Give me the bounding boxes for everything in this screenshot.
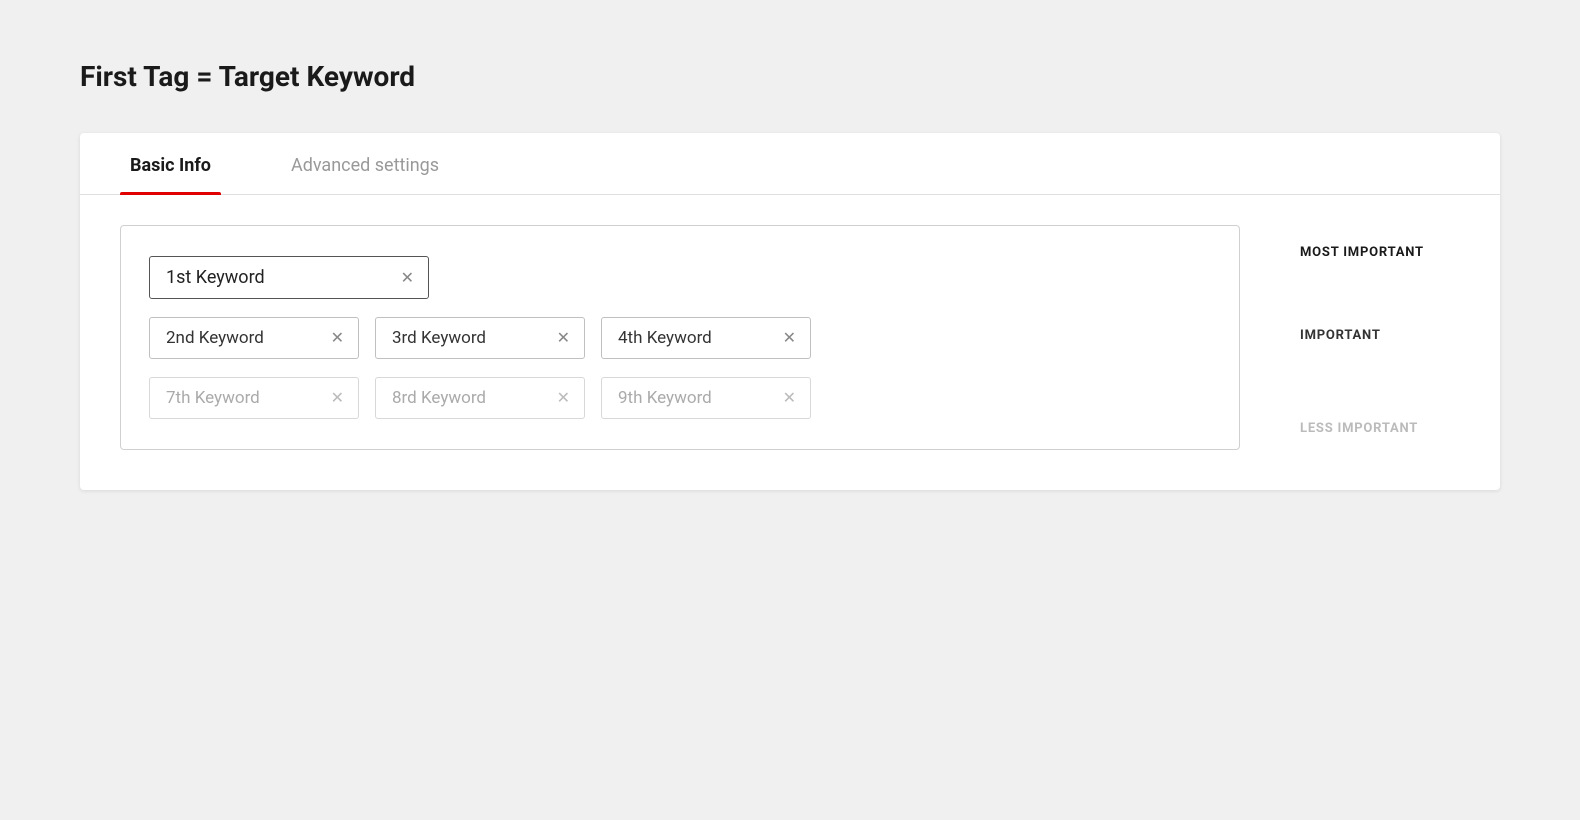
keyword-tag-text: 7th Keyword (166, 388, 317, 408)
tabs-bar: Basic Info Advanced settings (80, 133, 1500, 195)
close-icon[interactable]: ✕ (331, 330, 344, 346)
keyword-tag-text: 9th Keyword (618, 388, 769, 408)
keyword-tag-text: 3rd Keyword (392, 328, 543, 348)
main-card: Basic Info Advanced settings 1st Keyword… (80, 133, 1500, 490)
close-icon[interactable]: ✕ (783, 330, 796, 346)
secondary-keyword-row: 2nd Keyword ✕ 3rd Keyword ✕ 4th Keyword … (149, 317, 1211, 359)
keywords-section: 1st Keyword ✕ 2nd Keyword ✕ 3rd Keyword … (120, 225, 1240, 450)
keyword-tag-tertiary-2[interactable]: 8rd Keyword ✕ (375, 377, 585, 419)
label-less-important: LESS IMPORTANT (1300, 421, 1460, 436)
close-icon[interactable]: ✕ (557, 330, 570, 346)
close-icon[interactable]: ✕ (401, 270, 414, 286)
tertiary-keyword-row: 7th Keyword ✕ 8rd Keyword ✕ 9th Keyword … (149, 377, 1211, 419)
keyword-tag-text: 1st Keyword (166, 267, 387, 288)
label-most-important: MOST IMPORTANT (1300, 245, 1460, 260)
importance-labels: MOST IMPORTANT IMPORTANT LESS IMPORTANT (1300, 225, 1460, 436)
keyword-tag-secondary-3[interactable]: 4th Keyword ✕ (601, 317, 811, 359)
keyword-tag-tertiary-1[interactable]: 7th Keyword ✕ (149, 377, 359, 419)
card-body: 1st Keyword ✕ 2nd Keyword ✕ 3rd Keyword … (80, 195, 1500, 490)
close-icon[interactable]: ✕ (331, 390, 344, 406)
keyword-tag-tertiary-3[interactable]: 9th Keyword ✕ (601, 377, 811, 419)
close-icon[interactable]: ✕ (783, 390, 796, 406)
keyword-tag-text: 2nd Keyword (166, 328, 317, 348)
close-icon[interactable]: ✕ (557, 390, 570, 406)
keyword-tag-text: 4th Keyword (618, 328, 769, 348)
keyword-tag-secondary-2[interactable]: 3rd Keyword ✕ (375, 317, 585, 359)
tab-basic-info[interactable]: Basic Info (120, 133, 221, 194)
tab-advanced-settings[interactable]: Advanced settings (281, 133, 449, 194)
keyword-tag-text: 8rd Keyword (392, 388, 543, 408)
label-important: IMPORTANT (1300, 328, 1460, 343)
keywords-box: 1st Keyword ✕ 2nd Keyword ✕ 3rd Keyword … (120, 225, 1240, 450)
keyword-tag-secondary-1[interactable]: 2nd Keyword ✕ (149, 317, 359, 359)
keyword-tag-primary-1[interactable]: 1st Keyword ✕ (149, 256, 429, 299)
page-title: First Tag = Target Keyword (80, 60, 1500, 93)
primary-keyword-row: 1st Keyword ✕ (149, 256, 1211, 299)
page-wrapper: First Tag = Target Keyword Basic Info Ad… (80, 60, 1500, 490)
